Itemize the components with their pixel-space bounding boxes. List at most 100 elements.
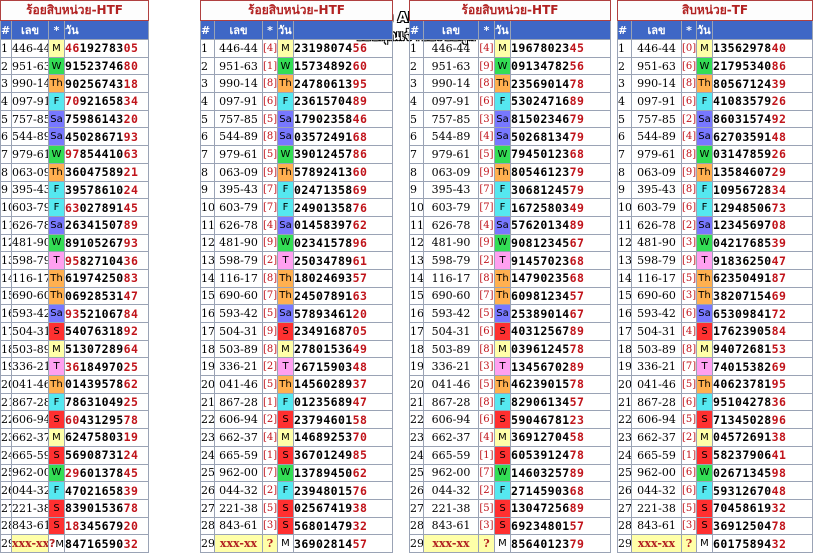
table-row: 27221-38S8390153678 bbox=[0, 498, 150, 518]
day-badge: S bbox=[696, 498, 713, 518]
last-row: 29 xxx-xx? M 3690281457 bbox=[200, 534, 394, 553]
digit-sequence: 1456028937 bbox=[292, 375, 394, 394]
day-badge: M bbox=[277, 39, 294, 58]
header-day: วัน bbox=[696, 20, 713, 40]
bracket-digit: [1] bbox=[262, 56, 278, 76]
table-row: 14 116-17 [8] Th 1802469357 bbox=[200, 268, 394, 288]
table-row: 4 097-91 F 7092165834 bbox=[0, 92, 150, 111]
bracket-digit: [6] bbox=[681, 463, 697, 483]
bracket-digit: [6] bbox=[681, 56, 697, 76]
bracket-digit: [1] bbox=[262, 445, 278, 465]
table-row: 18 503-89 [8] M 2780153649 bbox=[200, 339, 394, 359]
row-index: 4 bbox=[617, 92, 632, 111]
table-row: 1 446-44 [0] M 1356297840 bbox=[617, 39, 813, 58]
bracket-digit: [9] bbox=[681, 162, 697, 182]
bracket-digit: [5] bbox=[681, 410, 697, 430]
table-header-row: # เลข * วัน bbox=[409, 20, 612, 40]
table-row: 3 990-14 [8] Th 2478061395 bbox=[200, 74, 394, 94]
header-number: เลข bbox=[631, 20, 682, 40]
bracket-digit: [7] bbox=[478, 198, 495, 217]
digit-sequence: 9081234567 bbox=[509, 233, 612, 253]
lottery-number: 544-89 bbox=[11, 127, 49, 147]
digit-sequence: 1762390584 bbox=[712, 322, 813, 341]
header-number: เลข bbox=[214, 20, 263, 40]
bracket-digit: [7] bbox=[478, 463, 495, 483]
lottery-number: 962-00 bbox=[11, 463, 49, 483]
bracket-digit: [2] bbox=[478, 251, 495, 270]
row-index: 13 bbox=[617, 251, 632, 270]
table-row: 5 757-85 [3] Sa 8150234679 bbox=[409, 109, 612, 129]
day-badge: F bbox=[277, 180, 294, 200]
lottery-number: 446-44 bbox=[423, 39, 479, 58]
digit-sequence: 1234569708 bbox=[712, 215, 813, 235]
header-digits bbox=[712, 20, 813, 40]
table-row: 24665-59S5690873124 bbox=[0, 445, 150, 465]
table-row: 27 221-38 [5] S 0256741938 bbox=[200, 498, 394, 518]
digit-sequence: 8390153678 bbox=[63, 498, 150, 518]
table-row: 7 979-61 [5] W 7945012368 bbox=[409, 145, 612, 164]
day-badge: F bbox=[277, 392, 294, 412]
day-badge: Th bbox=[48, 162, 65, 182]
lottery-number: 221-38 bbox=[11, 498, 49, 518]
digit-sequence: 1378945062 bbox=[292, 463, 394, 483]
day-badge: T bbox=[48, 357, 65, 377]
table-title: ร้อยสิบหน่วย-HTF bbox=[199, 0, 394, 21]
lottery-number: 221-38 bbox=[423, 498, 479, 518]
row-index: 12 bbox=[617, 233, 632, 253]
digit-sequence: 1468925370 bbox=[292, 428, 394, 447]
digit-sequence: 3691270458 bbox=[509, 428, 612, 447]
table-row: 27 221-38 [5] S 1304725689 bbox=[409, 498, 612, 518]
day-badge: Sa bbox=[277, 215, 294, 235]
lottery-number: 626-78 bbox=[631, 215, 682, 235]
bracket-digit: [0] bbox=[681, 39, 697, 58]
day-badge: Sa bbox=[696, 215, 713, 235]
header-star: * bbox=[681, 20, 697, 40]
bracket-digit: [8] bbox=[262, 268, 278, 288]
day-badge: M bbox=[494, 339, 511, 359]
table-row: 24 665-59 [1] S 6053912478 bbox=[409, 445, 612, 465]
digit-sequence: 0256741938 bbox=[292, 498, 394, 518]
table-row: 26 044-32 [6] F 5931267048 bbox=[617, 481, 813, 500]
lottery-table-1: ร้อยสิบหน่วย-HTF # เลข * วัน 1 446-44 M 46192783… bbox=[0, 0, 150, 553]
lottery-number: 395-43 bbox=[11, 180, 49, 200]
bracket-digit: [5] bbox=[262, 304, 278, 323]
digit-sequence: 1479023568 bbox=[509, 268, 612, 288]
table-row: 23 662-37 [4] M 1468925370 bbox=[200, 428, 394, 447]
bracket-digit: [6] bbox=[681, 198, 697, 217]
lottery-number: 041-46 bbox=[11, 375, 49, 394]
lottery-number: 063-09 bbox=[11, 162, 49, 182]
header-hash: # bbox=[617, 20, 632, 40]
row-index: 15 bbox=[409, 286, 424, 306]
digit-sequence: 1790235846 bbox=[292, 109, 394, 129]
lottery-number: 503-89 bbox=[423, 339, 479, 359]
lottery-number: 662-37 bbox=[11, 428, 49, 447]
table-row: 21 867-28 [6] F 9510427836 bbox=[617, 392, 813, 412]
table-row: 6 544-89 [8] Sa 0357249168 bbox=[200, 127, 394, 147]
header-number: เลข bbox=[423, 20, 479, 40]
day-badge: M bbox=[696, 339, 713, 359]
digit-sequence: 4502867193 bbox=[63, 127, 150, 147]
digit-sequence: 6270359148 bbox=[712, 127, 813, 147]
lottery-number: 481-90 bbox=[11, 233, 49, 253]
table-row: 24 665-59 [1] S 3670124985 bbox=[200, 445, 394, 465]
day-badge: Th bbox=[48, 286, 65, 306]
table-row: 9 395-43 [7] F 3068124579 bbox=[409, 180, 612, 200]
table-row: 25 962-00 [7] W 1460325789 bbox=[409, 463, 612, 483]
day-badge: S bbox=[48, 498, 65, 518]
day-badge: Sa bbox=[494, 127, 511, 147]
bracket-digit: [6] bbox=[681, 304, 697, 323]
lottery-number: 503-89 bbox=[11, 339, 49, 359]
lottery-number: 593-42 bbox=[214, 304, 263, 323]
digit-sequence: 3604758921 bbox=[63, 162, 150, 182]
lottery-number: 757-85 bbox=[423, 109, 479, 129]
day-badge: F bbox=[48, 481, 65, 500]
row-index: 26 bbox=[200, 481, 215, 500]
lottery-number: 979-61 bbox=[631, 145, 682, 164]
bracket-digit: [8] bbox=[262, 127, 278, 147]
digit-sequence: 5931267048 bbox=[712, 481, 813, 500]
day-badge: S bbox=[696, 322, 713, 341]
day-badge: M bbox=[48, 428, 65, 447]
lottery-number: 690-60 bbox=[423, 286, 479, 306]
digit-sequence: 3618497025 bbox=[63, 357, 150, 377]
row-index: 1 bbox=[409, 39, 424, 58]
